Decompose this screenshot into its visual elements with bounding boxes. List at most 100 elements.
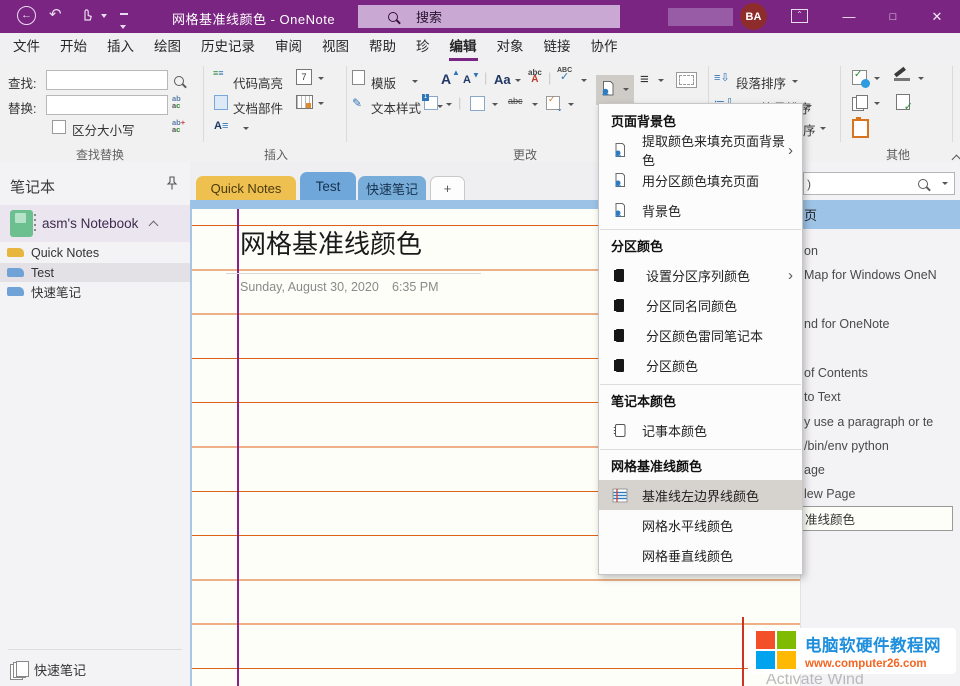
menu-item-baseline-left-border-color[interactable]: 基准线左边界线颜色 [599, 480, 802, 510]
menubar-tab-link[interactable]: 链接 [534, 33, 581, 62]
quick-notes-footer[interactable]: 快速笔记 [0, 654, 190, 684]
menu-item-fill-with-section-color[interactable]: 用分区颜色填充页面 [599, 165, 802, 195]
menu-item-set-section-sequence-color[interactable]: 设置分区序列颜色 › [599, 260, 802, 290]
search-box[interactable]: 搜索 [358, 5, 620, 28]
calendar-date-icon[interactable]: 7 [296, 69, 312, 85]
strikethrough-icon[interactable]: abc [508, 96, 523, 106]
page-list-item[interactable]: nd for OneNote [804, 317, 889, 331]
paragraph-sort-dropdown-icon[interactable] [792, 80, 798, 83]
spell-check-dropdown-icon[interactable] [581, 79, 587, 82]
section-item-quick-notes[interactable]: Quick Notes [0, 243, 190, 262]
numbering-dropdown-icon[interactable] [446, 103, 452, 106]
strikethrough-dropdown-icon[interactable] [532, 103, 538, 106]
template-button[interactable]: 模版 [371, 73, 396, 92]
menubar-tab-home[interactable]: 开始 [50, 33, 97, 62]
change-case-dropdown-icon[interactable] [515, 79, 521, 82]
match-case-checkbox[interactable] [52, 120, 66, 134]
touch-mode-dropdown-icon[interactable] [101, 14, 107, 18]
replace-input[interactable] [46, 95, 168, 115]
sort-row3-fragment[interactable]: 序 [803, 120, 816, 139]
touch-mode-icon[interactable] [80, 7, 93, 22]
bullet-sort-dropdown-icon[interactable] [806, 105, 812, 108]
menubar-tab-history[interactable]: 历史记录 [191, 33, 265, 62]
line-spacing-dropdown-icon[interactable] [658, 79, 664, 82]
calendar-table-dropdown-icon[interactable] [318, 102, 324, 105]
highlighter-dropdown-icon[interactable] [918, 77, 924, 80]
menubar-tab-review[interactable]: 审阅 [265, 33, 312, 62]
todo-tag-dropdown-icon[interactable] [568, 103, 574, 106]
clipboard-icon[interactable] [852, 117, 869, 138]
calendar-date-dropdown-icon[interactable] [318, 77, 324, 80]
page-list-item[interactable]: of Contents [804, 366, 868, 380]
shrink-font-icon[interactable]: A [463, 74, 471, 86]
text-style-button[interactable]: 文本样式 [371, 98, 421, 117]
menubar-tab-help[interactable]: 帮助 [359, 33, 406, 62]
menubar-tab-insert[interactable]: 插入 [97, 33, 144, 62]
page-search-icon[interactable] [918, 178, 928, 189]
grow-font-icon[interactable]: A [441, 71, 451, 87]
page-tab-test[interactable]: Test [300, 172, 356, 200]
page-list-item[interactable]: Map for Windows OneN [804, 268, 937, 282]
menu-item-grid-vertical-color[interactable]: 网格垂直线颜色 [599, 540, 802, 570]
menubar-tab-collaborate[interactable]: 协作 [581, 33, 628, 62]
replace-icon[interactable]: ab ac [172, 95, 181, 110]
border-box-dropdown-icon[interactable] [492, 103, 498, 106]
menubar-tab-draw[interactable]: 绘图 [144, 33, 191, 62]
sort-row3-dropdown-icon[interactable] [820, 127, 826, 130]
selection-marquee-icon[interactable] [676, 72, 697, 88]
minimize-button[interactable]: — [828, 0, 870, 33]
menu-item-background-color[interactable]: 背景色 [599, 195, 802, 225]
undo-icon[interactable]: ↶ [49, 5, 62, 23]
menu-item-pick-color-fill[interactable]: 提取颜色来填充页面背景色 › [599, 134, 802, 168]
sorted-list-dropdown-icon[interactable] [243, 127, 249, 130]
line-spacing-icon[interactable]: ≡ [640, 71, 649, 88]
collapse-notebook-icon[interactable] [148, 220, 159, 231]
ribbon-display-options-icon[interactable]: ⌃ [791, 9, 808, 23]
section-item-test[interactable]: Test [0, 263, 190, 282]
doc-check-icon[interactable]: ✓ [896, 94, 913, 113]
change-case-icon[interactable]: Aa [494, 72, 511, 87]
code-highlight-button[interactable]: 代码高亮 [233, 73, 283, 92]
pin-icon[interactable] [166, 176, 178, 191]
menu-item-grid-horizontal-color[interactable]: 网格水平线颜色 [599, 510, 802, 540]
find-search-icon[interactable] [174, 74, 184, 89]
copy-pages-dropdown-icon[interactable] [874, 102, 880, 105]
avatar[interactable]: BA [740, 3, 767, 30]
maximize-button[interactable]: □ [872, 0, 914, 33]
page-list-item[interactable]: /bin/env python [804, 439, 889, 453]
current-page-item[interactable]: 准线颜色 [801, 506, 953, 531]
page-list-item[interactable]: to Text [804, 390, 841, 404]
numbering-icon[interactable]: 1 [422, 94, 438, 110]
menubar-tab-file[interactable]: 文件 [3, 33, 50, 62]
menubar-tab-object[interactable]: 对象 [487, 33, 534, 62]
menu-item-section-color[interactable]: 分区颜色 [599, 350, 802, 380]
page-tab-quick-note-cn[interactable]: 快速笔记 [358, 176, 426, 200]
page-tab-quick-notes[interactable]: Quick Notes [196, 176, 296, 200]
web-check-dropdown-icon[interactable] [874, 77, 880, 80]
page-search-box[interactable]: ) [803, 172, 955, 195]
notebook-row[interactable]: asm's Notebook [0, 205, 190, 242]
add-page-row[interactable]: 页 [801, 200, 960, 229]
template-dropdown-icon[interactable] [412, 80, 418, 83]
menubar-tab-edit[interactable]: 编辑 [440, 33, 487, 62]
doc-parts-button[interactable]: 文档部件 [233, 98, 283, 117]
menubar-tab-view[interactable]: 视图 [312, 33, 359, 62]
section-item-quick-note-cn[interactable]: 快速笔记 [0, 282, 190, 301]
sorted-list-icon[interactable]: A≡ [214, 120, 228, 132]
page-list-item[interactable]: age [804, 463, 825, 477]
menu-item-notebook-color[interactable]: 记事本颜色 [599, 415, 802, 445]
web-check-icon[interactable]: ✓ [852, 69, 870, 88]
page-list-item[interactable]: on [804, 244, 818, 258]
border-box-icon[interactable] [470, 96, 485, 111]
page-list-item[interactable]: lew Page [804, 487, 855, 501]
page-title[interactable]: 网格基准线颜色 [240, 224, 422, 261]
menu-item-same-name-same-color[interactable]: 分区同名同颜色 [599, 290, 802, 320]
page-search-dropdown-icon[interactable] [942, 182, 948, 185]
spell-check-icon[interactable]: ABC ✓ [557, 67, 572, 83]
highlighter-icon[interactable] [894, 66, 910, 81]
paragraph-sort-button[interactable]: 段落排序 [736, 73, 786, 92]
find-input[interactable] [46, 70, 168, 90]
page-list-item[interactable]: y use a paragraph or te [804, 415, 933, 429]
back-icon[interactable]: ← [17, 6, 36, 25]
quick-access-customize-icon[interactable] [120, 13, 128, 32]
